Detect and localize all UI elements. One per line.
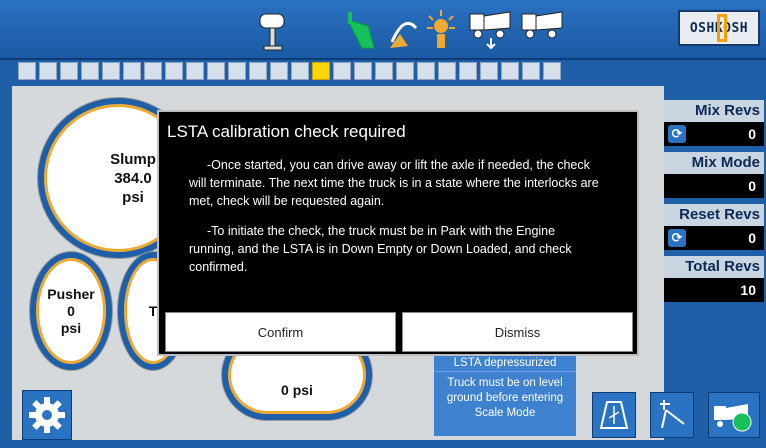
step-cell bbox=[417, 62, 435, 80]
rotate-icon[interactable]: ⟳ bbox=[668, 125, 686, 143]
step-cell bbox=[480, 62, 498, 80]
step-cell bbox=[102, 62, 120, 80]
gear-icon bbox=[29, 397, 65, 433]
step-cell bbox=[459, 62, 477, 80]
dialog-paragraph-1: -Once started, you can drive away or lif… bbox=[189, 158, 599, 208]
step-cell-active bbox=[312, 62, 330, 80]
step-cell bbox=[60, 62, 78, 80]
reset-revs-number: 0 bbox=[748, 230, 756, 246]
slump-unit: psi bbox=[122, 188, 144, 206]
top-bar: OSHKOSH bbox=[0, 0, 766, 60]
scale-mode-message: Truck must be on level ground before ent… bbox=[446, 377, 564, 419]
step-cell bbox=[375, 62, 393, 80]
shovel-icon[interactable] bbox=[344, 8, 380, 57]
confirm-button[interactable]: Confirm bbox=[165, 312, 396, 352]
dialog-title: LSTA calibration check required bbox=[167, 122, 406, 141]
mix-revs-label: Mix Revs bbox=[664, 100, 764, 122]
water-spray-icon[interactable] bbox=[386, 8, 420, 57]
slump-value: 384.0 bbox=[114, 169, 152, 187]
total-revs-number: 10 bbox=[740, 282, 756, 298]
settings-button[interactable] bbox=[22, 390, 72, 440]
step-cell bbox=[207, 62, 225, 80]
mix-mode-number: 0 bbox=[748, 178, 756, 194]
step-strip bbox=[18, 62, 561, 80]
logo-bar-icon bbox=[717, 14, 727, 42]
slump-label: Slump bbox=[110, 150, 156, 168]
tower-icon[interactable] bbox=[258, 8, 290, 57]
reset-rotate-icon[interactable]: ⟳ bbox=[668, 229, 686, 247]
pusher-gauge: Pusher 0 psi bbox=[30, 252, 112, 370]
mix-mode-value: 0 bbox=[664, 174, 764, 198]
reset-revs-value: ⟳ 0 bbox=[664, 226, 764, 250]
light-icon[interactable] bbox=[424, 8, 458, 57]
step-cell bbox=[501, 62, 519, 80]
step-cell bbox=[249, 62, 267, 80]
step-cell bbox=[396, 62, 414, 80]
secondary-gauge-label: T bbox=[148, 303, 158, 319]
step-cell bbox=[438, 62, 456, 80]
pusher-value: 0 bbox=[67, 302, 75, 319]
step-cell bbox=[270, 62, 288, 80]
scale-info-box: LSTA depressurized Truck must be on leve… bbox=[434, 352, 576, 436]
step-cell bbox=[123, 62, 141, 80]
revs-panel: Mix Revs ⟳ 0 Mix Mode 0 Reset Revs ⟳ 0 T… bbox=[664, 100, 764, 308]
level-icon bbox=[599, 401, 629, 429]
truck-check-icon bbox=[714, 404, 752, 432]
dismiss-button[interactable]: Dismiss bbox=[402, 312, 633, 352]
pusher-unit: psi bbox=[60, 319, 82, 336]
dialog-body: -Once started, you can drive away or lif… bbox=[189, 156, 599, 288]
step-cell bbox=[543, 62, 561, 80]
total-revs-value: 10 bbox=[664, 278, 764, 302]
truck-status-button[interactable] bbox=[708, 392, 760, 438]
step-cell bbox=[228, 62, 246, 80]
level-button[interactable] bbox=[592, 392, 636, 438]
step-cell bbox=[81, 62, 99, 80]
truck-icon[interactable] bbox=[520, 8, 566, 57]
total-revs-label: Total Revs bbox=[664, 256, 764, 278]
calibration-dialog: LSTA calibration check required -Once st… bbox=[157, 110, 639, 356]
bottom-gauge-value: 0 psi bbox=[281, 382, 313, 398]
truck-down-icon[interactable] bbox=[468, 8, 514, 57]
dialog-actions: Confirm Dismiss bbox=[165, 312, 633, 352]
step-cell bbox=[333, 62, 351, 80]
tilt-icon bbox=[660, 400, 685, 429]
tilt-button[interactable] bbox=[650, 392, 694, 438]
step-cell bbox=[144, 62, 162, 80]
step-cell bbox=[18, 62, 36, 80]
pusher-label: Pusher bbox=[47, 285, 95, 302]
step-cell bbox=[39, 62, 57, 80]
reset-revs-label: Reset Revs bbox=[664, 204, 764, 226]
brand-logo: OSHKOSH bbox=[678, 10, 760, 46]
step-cell bbox=[186, 62, 204, 80]
step-cell bbox=[354, 62, 372, 80]
mix-revs-value: ⟳ 0 bbox=[664, 122, 764, 146]
dialog-paragraph-2: -To initiate the check, the truck must b… bbox=[189, 224, 572, 274]
mix-revs-number: 0 bbox=[748, 126, 756, 142]
step-cell bbox=[165, 62, 183, 80]
step-cell bbox=[522, 62, 540, 80]
step-cell bbox=[291, 62, 309, 80]
mix-mode-label: Mix Mode bbox=[664, 152, 764, 174]
